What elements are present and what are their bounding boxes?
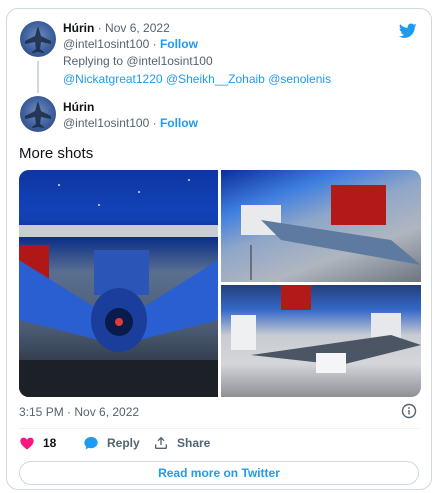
author-name[interactable]: Húrin bbox=[63, 100, 94, 114]
fighter-jet-avatar-graphic bbox=[25, 26, 51, 53]
tweet-date[interactable]: Nov 6, 2022 bbox=[105, 21, 170, 35]
photo-jet-side-view[interactable] bbox=[221, 170, 421, 282]
thread-connector-line bbox=[37, 61, 39, 93]
tweet-handle-row: @intel1osint100 · Follow bbox=[63, 116, 198, 130]
follow-button[interactable]: Follow bbox=[160, 116, 198, 130]
mention-link[interactable]: @senolenis bbox=[268, 72, 331, 86]
tweet-header: Húrin bbox=[63, 100, 94, 114]
share-label: Share bbox=[177, 436, 211, 450]
mention-link[interactable]: @Nickatgreat1220 bbox=[63, 72, 163, 86]
reply-button[interactable]: Reply bbox=[83, 435, 140, 451]
twitter-bird-icon[interactable] bbox=[399, 23, 417, 39]
photo-jet-rear-view[interactable] bbox=[19, 170, 218, 397]
mention-list: @Nickatgreat1220 @Sheikh__Zohaib @senole… bbox=[63, 72, 331, 86]
speech-bubble-icon bbox=[84, 437, 98, 450]
like-button[interactable]: 18 bbox=[19, 435, 56, 451]
photo-graphic bbox=[241, 185, 421, 280]
author-name[interactable]: Húrin bbox=[63, 21, 94, 35]
media-grid bbox=[19, 170, 421, 397]
tweet-text: More shots bbox=[19, 145, 94, 162]
photo-jet-exhibit-hall[interactable] bbox=[221, 285, 421, 397]
tweet-embed-card: Húrin · Nov 6, 2022 @intel1osint100 · Fo… bbox=[6, 8, 432, 490]
author-handle[interactable]: @intel1osint100 bbox=[63, 37, 149, 51]
author-handle[interactable]: @intel1osint100 bbox=[63, 116, 149, 130]
parent-tweet-header: Húrin · Nov 6, 2022 bbox=[63, 21, 170, 35]
replying-label: Replying to bbox=[63, 54, 124, 68]
reply-label: Reply bbox=[107, 436, 140, 450]
read-more-button[interactable]: Read more on Twitter bbox=[19, 461, 419, 485]
replying-to-handle[interactable]: @intel1osint100 bbox=[126, 54, 212, 68]
share-upload-icon bbox=[155, 436, 167, 449]
parent-tweet-handle-row: @intel1osint100 · Follow bbox=[63, 37, 198, 51]
divider bbox=[19, 428, 419, 429]
mention-link[interactable]: @Sheikh__Zohaib bbox=[166, 72, 265, 86]
follow-button[interactable]: Follow bbox=[160, 37, 198, 51]
replying-to-line: Replying to @intel1osint100 bbox=[63, 54, 213, 68]
info-icon[interactable] bbox=[401, 403, 417, 419]
like-count: 18 bbox=[43, 436, 57, 450]
avatar[interactable] bbox=[20, 21, 56, 57]
share-button[interactable]: Share bbox=[153, 435, 210, 451]
tweet-timestamp[interactable]: 3:15 PM · Nov 6, 2022 bbox=[19, 405, 139, 419]
photo-graphic bbox=[19, 170, 218, 397]
heart-icon bbox=[20, 437, 34, 450]
fighter-jet-avatar-graphic bbox=[25, 101, 51, 128]
photo-graphic bbox=[231, 285, 421, 373]
separator-dot: · bbox=[97, 21, 102, 35]
avatar[interactable] bbox=[20, 96, 56, 132]
